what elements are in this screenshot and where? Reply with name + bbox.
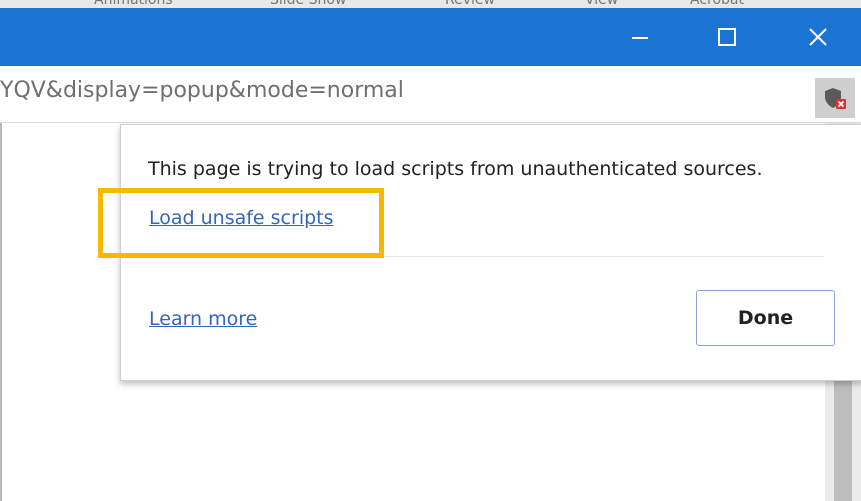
blocked-content-shield-icon [825,88,846,109]
ribbon-tab-view: View [585,0,619,8]
ribbon-tab-acrobat: Acrobat [690,0,744,8]
minimize-button[interactable] [601,8,679,66]
popup-message: This page is trying to load scripts from… [148,158,763,180]
window-titlebar [0,8,861,66]
blocked-content-button[interactable] [815,78,855,118]
window-left-border [0,123,2,501]
ribbon-tab-review: Review [445,0,495,8]
done-button[interactable]: Done [696,290,835,346]
learn-more-link[interactable]: Learn more [149,308,257,330]
scrollbar-thumb[interactable] [834,380,852,501]
ribbon-tab-animations: Animations [94,0,173,8]
close-button[interactable] [779,8,857,66]
address-bar[interactable]: YQV&display=popup&mode=normal [0,66,861,123]
highlight-box [98,188,384,258]
maximize-button[interactable] [688,8,766,66]
top-strip: Animations Slide Show Review View Acroba… [0,0,861,8]
ribbon-tab-slide-show: Slide Show [270,0,347,8]
minimize-icon [632,37,648,39]
url-text[interactable]: YQV&display=popup&mode=normal [0,78,404,103]
maximize-icon [718,28,736,46]
close-icon [809,28,827,46]
